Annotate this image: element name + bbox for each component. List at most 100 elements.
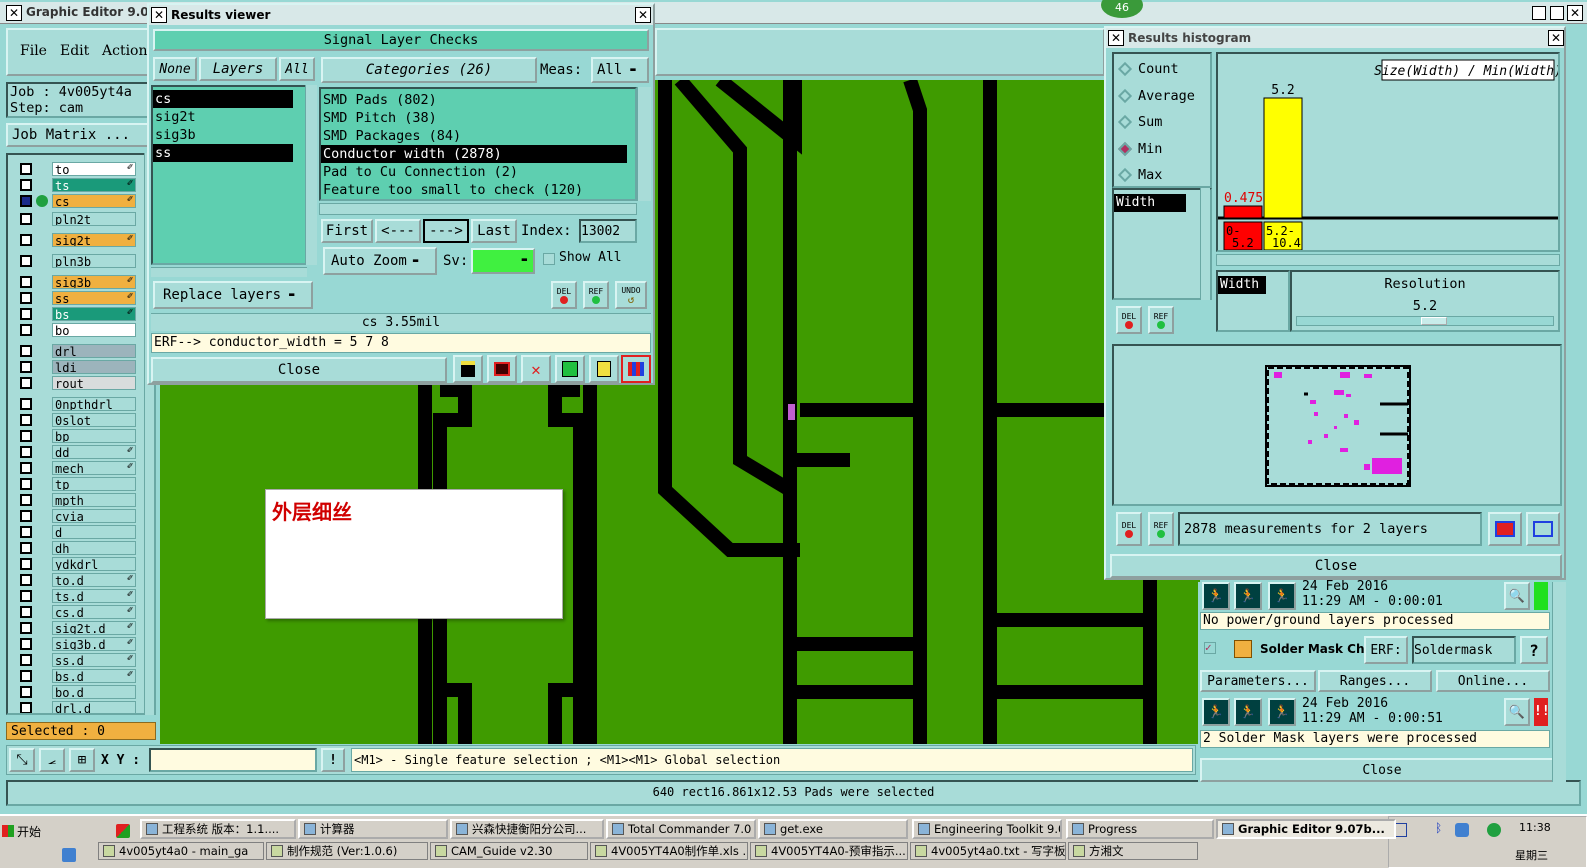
taskbar-button[interactable]: 4V005YT4A0制作单.xls ...: [590, 842, 748, 860]
layer-checkbox[interactable]: [20, 292, 32, 304]
layer-checkbox[interactable]: [20, 638, 32, 650]
erf-button[interactable]: ERF:: [1364, 636, 1408, 664]
layer-row[interactable]: ss ✐: [18, 291, 136, 305]
layer-name[interactable]: bs.d: [52, 669, 136, 683]
layer-name[interactable]: ss.d: [52, 653, 136, 667]
show-all-checkbox[interactable]: [543, 253, 555, 265]
layer-name[interactable]: 0slot: [52, 413, 136, 427]
hist-option[interactable]: Max: [1114, 166, 1210, 186]
layer-checkbox[interactable]: [20, 345, 32, 357]
taskbar-button[interactable]: 方湘文: [1068, 842, 1198, 860]
layer-checkbox[interactable]: [20, 686, 32, 698]
layer-name[interactable]: cs: [52, 194, 136, 208]
rv-undo-button[interactable]: UNDO ↺: [615, 281, 647, 309]
layer-name[interactable]: sig3b.d: [52, 637, 136, 651]
hist-close-icon[interactable]: ✕: [1548, 30, 1564, 46]
layer-name[interactable]: rout: [52, 376, 136, 390]
taskbar-button[interactable]: 4v005yt4a0.txt - 写字板: [910, 842, 1066, 860]
layer-name[interactable]: sig2t.d: [52, 621, 136, 635]
hist-del2-button[interactable]: DEL: [1116, 512, 1142, 546]
layer-row[interactable]: bo: [18, 323, 136, 337]
layer-checkbox[interactable]: [20, 446, 32, 458]
rv-tool-3-icon[interactable]: ✕: [521, 355, 551, 383]
bluetooth-icon[interactable]: ᛒ: [1435, 821, 1442, 835]
layer-name[interactable]: bp: [52, 429, 136, 443]
grid-icon[interactable]: ⊞: [69, 748, 95, 772]
layer-checkbox[interactable]: [20, 377, 32, 389]
layer-name[interactable]: ss: [52, 291, 136, 305]
taskbar-button[interactable]: 4V005YT4A0-预审指示....: [750, 842, 908, 860]
hist-option[interactable]: Count: [1114, 60, 1210, 80]
layer-row[interactable]: sig3b.d ✐: [18, 637, 136, 651]
taskbar-button[interactable]: 计算器: [298, 819, 448, 839]
layer-checkbox[interactable]: [20, 430, 32, 442]
run-icon-4[interactable]: 🏃: [1202, 698, 1230, 726]
layer-checkbox[interactable]: [20, 590, 32, 602]
layer-name[interactable]: mpth: [52, 493, 136, 507]
rv-menu-icon[interactable]: ✕: [151, 7, 167, 23]
layer-name[interactable]: ts: [52, 178, 136, 192]
layer-checkbox[interactable]: [20, 398, 32, 410]
layer-checkbox[interactable]: [20, 510, 32, 522]
layer-row[interactable]: cs.d ✐: [18, 605, 136, 619]
zoom-select[interactable]: Auto Zoom ▬: [323, 247, 437, 275]
layer-row[interactable]: bp: [18, 429, 136, 443]
category-item[interactable]: Pad to Cu Connection (2): [321, 163, 627, 181]
layer-row[interactable]: drl.d: [18, 701, 136, 713]
histogram-bar[interactable]: [1223, 205, 1263, 219]
help-button[interactable]: ?: [1520, 636, 1548, 664]
hist-import-icon[interactable]: [1526, 512, 1560, 546]
prev-button[interactable]: <---: [375, 219, 421, 243]
layer-row[interactable]: pln2t: [18, 212, 136, 226]
layer-checkbox[interactable]: [20, 213, 32, 225]
rv-report-icon[interactable]: [589, 355, 619, 383]
layer-checkbox[interactable]: [20, 308, 32, 320]
layer-row[interactable]: 0slot: [18, 413, 136, 427]
layer-name[interactable]: ydkdrl: [52, 557, 136, 571]
hist-del-button[interactable]: DEL: [1116, 306, 1142, 334]
checklist-close-button[interactable]: Close: [1200, 758, 1564, 782]
layer-row[interactable]: dh: [18, 541, 136, 555]
meas-select[interactable]: All ▬: [591, 57, 649, 83]
radio-icon[interactable]: [1117, 114, 1133, 130]
alert-icon[interactable]: !: [321, 748, 345, 772]
layer-row[interactable]: ss.d ✐: [18, 653, 136, 667]
hist-close-button[interactable]: Close: [1110, 554, 1562, 578]
layer-row[interactable]: pln3b: [18, 254, 136, 268]
layer-name[interactable]: pln2t: [52, 212, 136, 226]
layer-checkbox[interactable]: [20, 179, 32, 191]
rv-layer-item[interactable]: sig3b: [153, 126, 293, 144]
taskbar-button[interactable]: Engineering Toolkit 9.0...: [912, 819, 1062, 839]
rv-tool-1-icon[interactable]: [453, 355, 483, 383]
histogram-bar[interactable]: [1263, 97, 1303, 219]
rv-layer-item[interactable]: ss: [153, 144, 293, 162]
layer-checkbox[interactable]: [20, 494, 32, 506]
layer-row[interactable]: rout: [18, 376, 136, 390]
layer-checkbox[interactable]: [20, 558, 32, 570]
layer-checkbox[interactable]: [20, 702, 32, 713]
hist-list[interactable]: Width: [1112, 188, 1212, 300]
layer-name[interactable]: ts.d: [52, 589, 136, 603]
layer-name[interactable]: drl.d: [52, 701, 136, 713]
ranges-button[interactable]: Ranges...: [1318, 670, 1432, 692]
hist-list-scrollbar[interactable]: [1200, 188, 1210, 300]
layer-checkbox[interactable]: [20, 574, 32, 586]
layer-row[interactable]: mech ✐: [18, 461, 136, 475]
radio-icon[interactable]: [1117, 167, 1133, 183]
run-icon-6[interactable]: 🏃: [1268, 698, 1296, 726]
online-button[interactable]: Online...: [1436, 670, 1550, 692]
rv-tool-4-icon[interactable]: [555, 355, 585, 383]
taskbar-button[interactable]: get.exe: [758, 819, 908, 839]
layer-name[interactable]: mech: [52, 461, 136, 475]
close-main-icon[interactable]: ✕: [1567, 5, 1583, 21]
replace-layers-button[interactable]: Replace layers ▬: [153, 281, 313, 309]
window-menu-icon[interactable]: ✕: [6, 5, 22, 21]
layer-name[interactable]: cs.d: [52, 605, 136, 619]
hist-ref-button[interactable]: REF: [1148, 306, 1174, 334]
layer-checkbox[interactable]: [20, 195, 32, 207]
rv-layer-item[interactable]: sig2t: [153, 108, 293, 126]
resolution-slider-thumb[interactable]: [1421, 317, 1447, 325]
layer-checkbox[interactable]: [20, 542, 32, 554]
rv-category-hscroll[interactable]: [319, 203, 637, 215]
category-item[interactable]: SMD Pitch (38): [321, 109, 627, 127]
